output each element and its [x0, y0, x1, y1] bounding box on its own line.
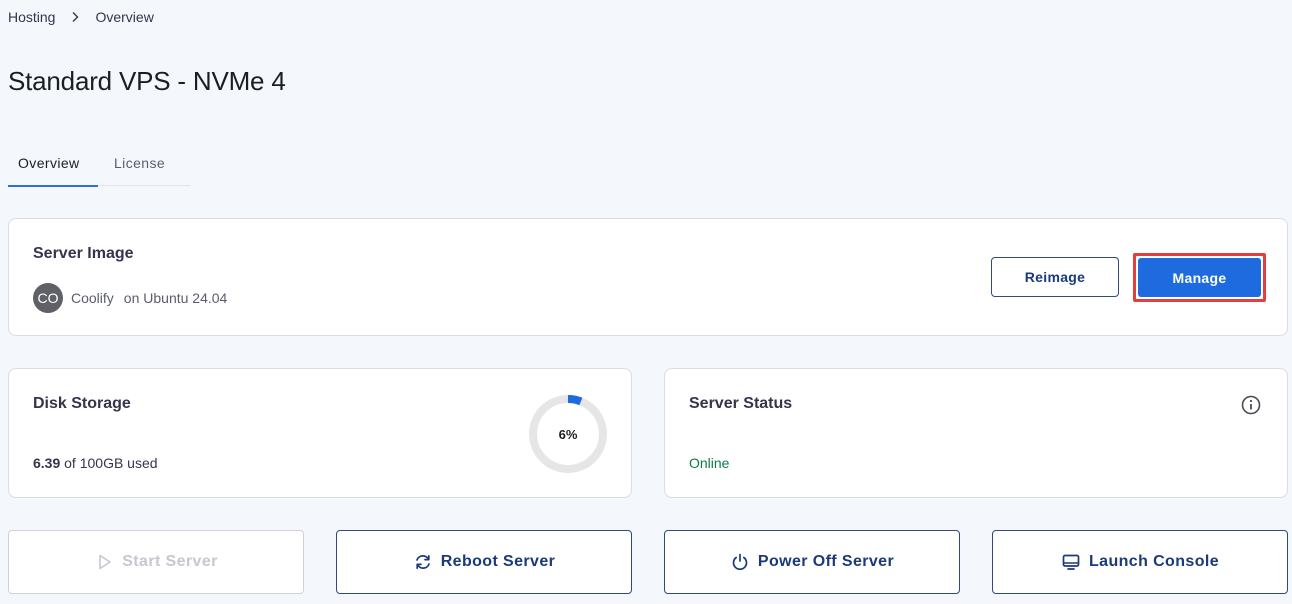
disk-storage-title: Disk Storage: [33, 395, 131, 412]
start-server-label: Start Server: [122, 553, 218, 570]
breadcrumb-item-hosting[interactable]: Hosting: [8, 9, 55, 25]
image-os-version: on Ubuntu 24.04: [123, 290, 228, 306]
avatar: CO: [33, 283, 63, 313]
tab-overview[interactable]: Overview: [8, 140, 98, 187]
server-image-card: Server Image CO Coolify on Ubuntu 24.04 …: [8, 218, 1288, 336]
launch-console-label: Launch Console: [1088, 553, 1220, 570]
breadcrumb-item-overview: Overview: [95, 9, 154, 25]
power-icon: [732, 553, 748, 571]
tab-bar: Overview License: [8, 140, 190, 187]
image-app-name: Coolify: [71, 290, 114, 306]
server-status-card: Server Status Online: [664, 368, 1288, 498]
info-icon[interactable]: [1241, 395, 1261, 415]
disk-used-value: 6.39: [33, 455, 61, 471]
refresh-icon: [415, 554, 430, 570]
server-image-info: CO Coolify on Ubuntu 24.04: [33, 283, 227, 313]
manage-button-highlight: Manage: [1133, 253, 1266, 302]
monitor-icon: [1062, 554, 1080, 570]
server-status-value: Online: [689, 455, 730, 471]
power-off-server-label: Power Off Server: [757, 553, 895, 570]
page-title: Standard VPS - NVMe 4: [8, 66, 286, 96]
disk-storage-card: Disk Storage 6.39 of 100GB used 6%: [8, 368, 632, 498]
server-status-title: Server Status: [689, 395, 793, 412]
chevron-right-icon: [72, 12, 79, 22]
tab-license[interactable]: License: [98, 140, 175, 186]
play-icon: [99, 554, 112, 570]
disk-used-suffix: of 100GB used: [64, 455, 158, 471]
server-image-title: Server Image: [33, 245, 134, 262]
disk-usage-percent: 6%: [558, 426, 578, 442]
start-server-button[interactable]: Start Server: [8, 530, 304, 594]
breadcrumb: Hosting Overview: [8, 9, 154, 25]
reimage-button[interactable]: Reimage: [991, 257, 1119, 297]
reboot-server-label: Reboot Server: [440, 553, 556, 570]
disk-usage-text: 6.39 of 100GB used: [33, 455, 158, 471]
power-off-server-button[interactable]: Power Off Server: [664, 530, 960, 594]
launch-console-button[interactable]: Launch Console: [992, 530, 1288, 594]
reboot-server-button[interactable]: Reboot Server: [336, 530, 632, 594]
manage-button[interactable]: Manage: [1138, 258, 1261, 297]
